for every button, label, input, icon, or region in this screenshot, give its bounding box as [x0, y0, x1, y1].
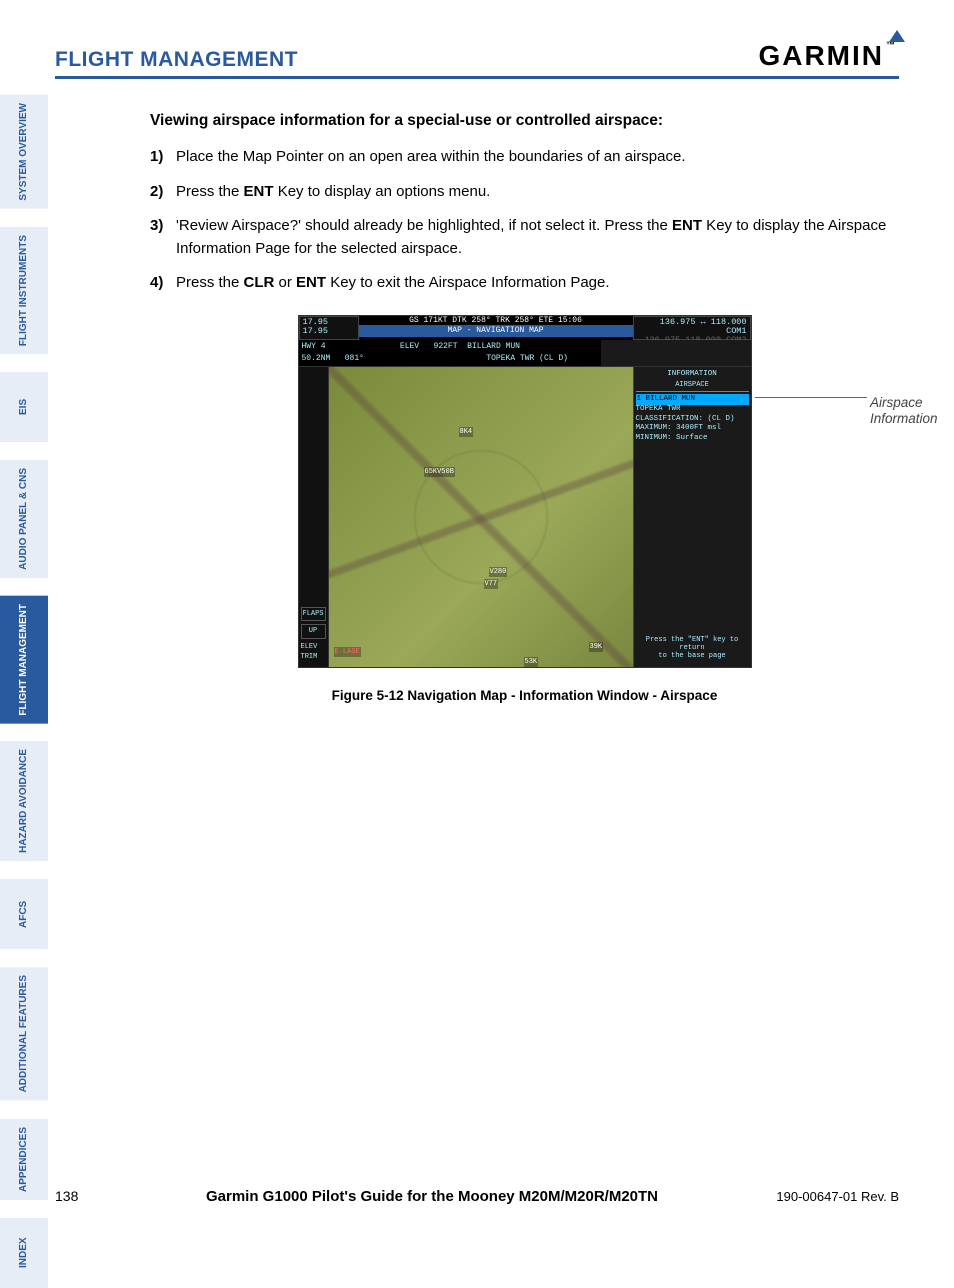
section-title: FLIGHT MANAGEMENT: [55, 48, 298, 72]
com1-row: 136.975 ↔ 118.000 COM1: [637, 318, 747, 337]
callout-label: Airspace Information: [870, 395, 954, 427]
ent-key: ENT: [672, 217, 702, 234]
nav-freq-box: 17.95 17.95: [299, 316, 359, 340]
tab-appendices[interactable]: APPENDICES: [0, 1119, 48, 1200]
info-highlight: 1 BILLARD MUN: [636, 394, 749, 405]
tab-index[interactable]: INDEX: [0, 1218, 48, 1288]
top-status: GS 171KT DTK 258° TRK 258° ETE 15:06 MAP…: [359, 316, 633, 340]
trademark: ™: [886, 40, 895, 50]
tab-flight-management[interactable]: FLIGHT MANAGEMENT: [0, 596, 48, 724]
brand-logo: GARMIN™: [758, 40, 899, 72]
tab-system-overview[interactable]: SYSTEM OVERVIEW: [0, 95, 48, 209]
footer-title: Garmin G1000 Pilot's Guide for the Moone…: [155, 1188, 709, 1205]
wpt-elev-name: ELEV 922FT BILLARD MUN TOPEKA TWR (CL D): [359, 340, 601, 366]
map-wpt-v77: V77: [484, 579, 499, 590]
map-wpt-65kv50b: 65KV50B: [424, 467, 455, 478]
info-line-4: MINIMUM: Surface: [636, 434, 749, 444]
page-header: FLIGHT MANAGEMENT GARMIN™: [55, 40, 899, 79]
clr-key: CLR: [244, 274, 275, 291]
map-wpt-v280: V280: [489, 567, 508, 578]
step-number: 3): [150, 215, 176, 260]
mfd-screenshot: 17.95 17.95 GS 171KT DTK 258° TRK 258° E…: [298, 315, 752, 668]
mfd-top-bar: 17.95 17.95 GS 171KT DTK 258° TRK 258° E…: [299, 316, 751, 340]
info-line-2: CLASSIFICATION: (CL D): [636, 415, 749, 425]
flaps-label: FLAPS: [301, 607, 326, 622]
tab-hazard-avoidance[interactable]: HAZARD AVOIDANCE: [0, 741, 48, 861]
navigation-map: 8K4 65KV50B V280 V77 39K 53K E LASE: [329, 367, 633, 667]
page-number: 138: [55, 1188, 155, 1204]
step-4: 4) Press the CLR or ENT Key to exit the …: [150, 272, 899, 295]
step-text: Place the Map Pointer on an open area wi…: [176, 146, 899, 169]
status-readouts: GS 171KT DTK 258° TRK 258° ETE 15:06: [359, 316, 633, 326]
main-content: Viewing airspace information for a speci…: [150, 109, 899, 706]
info-footer: Press the "ENT" key to return to the bas…: [636, 632, 749, 665]
step-number: 2): [150, 181, 176, 204]
brand-text: GARMIN: [758, 40, 884, 71]
ent-key: ENT: [296, 274, 326, 291]
step-number: 1): [150, 146, 176, 169]
tab-afcs[interactable]: AFCS: [0, 879, 48, 949]
step-text: Press the ENT Key to display an options …: [176, 181, 899, 204]
info-title: INFORMATION: [636, 369, 749, 380]
step-number: 4): [150, 272, 176, 295]
step-3: 3) 'Review Airspace?' should already be …: [150, 215, 899, 260]
tab-audio-panel-cns[interactable]: AUDIO PANEL & CNS: [0, 460, 48, 578]
page-title-bar: MAP - NAVIGATION MAP: [359, 325, 633, 337]
figure-caption: Figure 5-12 Navigation Map - Information…: [150, 686, 899, 706]
nav2-freq: 17.95: [303, 327, 355, 336]
info-header: [601, 340, 751, 366]
com-freq-box: 136.975 ↔ 118.000 COM1 136.975 118.000 C…: [633, 316, 751, 340]
step-text: 'Review Airspace?' should already be hig…: [176, 215, 899, 260]
tab-additional-features[interactable]: ADDITIONAL FEATURES: [0, 967, 48, 1100]
trim-label: ELEV TRIM: [301, 642, 326, 663]
airspace-info-panel: INFORMATION AIRSPACE 1 BILLARD MUN TOPEK…: [633, 367, 751, 667]
map-wpt-elase: E LASE: [334, 647, 361, 658]
procedure-steps: 1) Place the Map Pointer on an open area…: [150, 146, 899, 295]
map-wpt-53k: 53K: [524, 657, 539, 667]
flaps-value: UP: [301, 624, 326, 639]
side-tab-strip: SYSTEM OVERVIEW FLIGHT INSTRUMENTS EIS A…: [0, 95, 48, 1288]
mfd-body: FLAPS UP ELEV TRIM 8K4 65KV50B V280 V77 …: [299, 367, 751, 667]
map-wpt-39k: 39K: [589, 642, 604, 653]
footer-revision: 190-00647-01 Rev. B: [709, 1189, 899, 1204]
info-line-3: MAXIMUM: 3400FT msl: [636, 424, 749, 434]
tab-eis[interactable]: EIS: [0, 372, 48, 442]
engine-gauge-strip: FLAPS UP ELEV TRIM: [299, 367, 329, 667]
step-2: 2) Press the ENT Key to display an optio…: [150, 181, 899, 204]
figure: 17.95 17.95 GS 171KT DTK 258° TRK 258° E…: [150, 315, 899, 668]
step-1: 1) Place the Map Pointer on an open area…: [150, 146, 899, 169]
page-footer: 138 Garmin G1000 Pilot's Guide for the M…: [55, 1188, 899, 1205]
info-subtitle: AIRSPACE: [636, 380, 749, 392]
tab-flight-instruments[interactable]: FLIGHT INSTRUMENTS: [0, 227, 48, 354]
callout-leader: [755, 397, 867, 398]
wpt-id-dist: HWY 4 50.2NM 081°: [299, 340, 359, 366]
step-text: Press the CLR or ENT Key to exit the Air…: [176, 272, 899, 295]
procedure-heading: Viewing airspace information for a speci…: [150, 109, 899, 132]
ent-key: ENT: [244, 183, 274, 200]
info-line-1: TOPEKA TWR: [636, 405, 749, 415]
map-wpt-8k4: 8K4: [459, 427, 474, 438]
waypoint-row: HWY 4 50.2NM 081° ELEV 922FT BILLARD MUN…: [299, 340, 751, 367]
